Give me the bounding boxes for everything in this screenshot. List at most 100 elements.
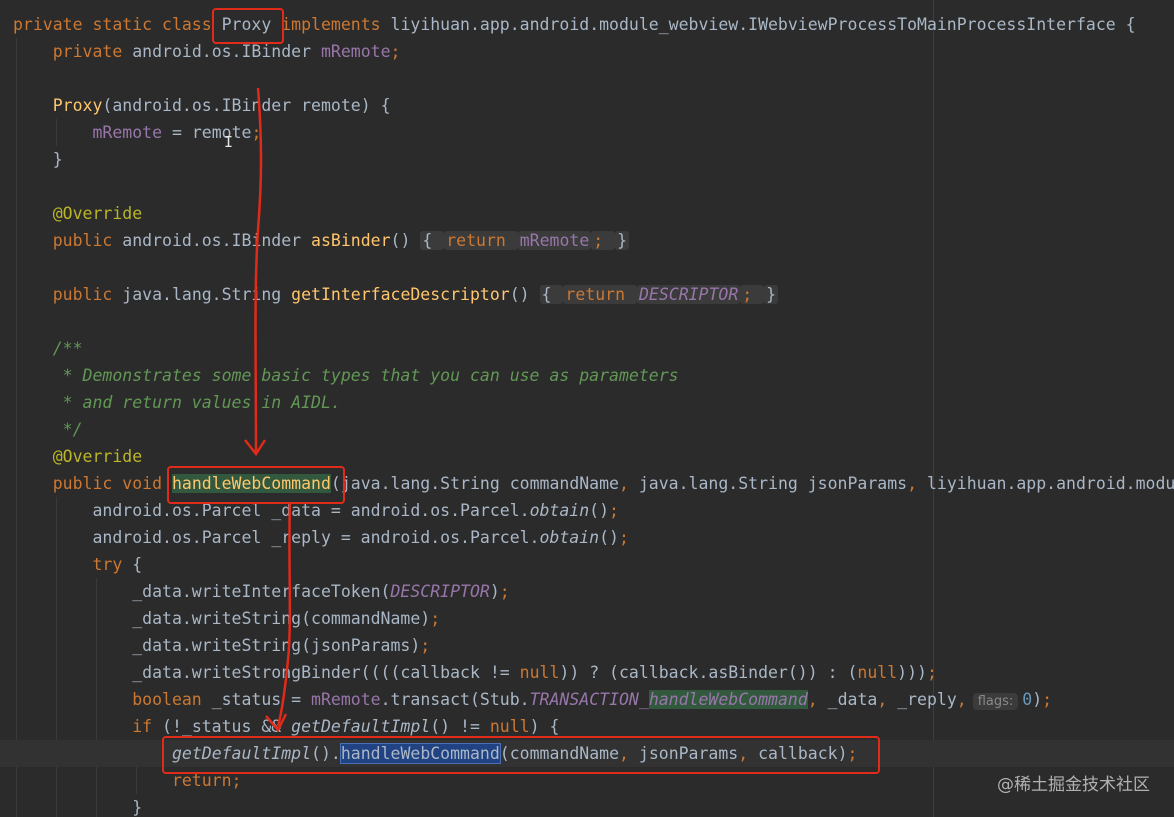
code-token: ; <box>231 771 242 790</box>
code-editor[interactable]: private static class Proxy implements li… <box>0 0 1174 817</box>
code-token: 0 <box>1022 690 1033 709</box>
code-token: obtain <box>529 501 590 520</box>
code-token: = remote <box>162 123 252 142</box>
code-token: () <box>509 285 540 304</box>
code-token: .transact(Stub. <box>380 690 530 709</box>
code-line[interactable]: public void handleWebCommand(java.lang.S… <box>0 470 1174 497</box>
code-token: (commandName <box>499 744 620 763</box>
code-token: , <box>877 690 898 709</box>
code-token: _data.writeString(jsonParams) <box>13 636 421 655</box>
code-token: null <box>857 663 898 682</box>
code-token: public <box>13 231 123 250</box>
code-token: @Override <box>13 447 143 466</box>
code-line[interactable]: } <box>0 794 1174 817</box>
code-line[interactable]: android.os.Parcel _reply = android.os.Pa… <box>0 524 1174 551</box>
code-line[interactable]: _data.writeString(commandName); <box>0 605 1174 632</box>
code-token: DESCRIPTOR <box>636 285 741 304</box>
code-token: handleWebCommand <box>339 743 501 764</box>
code-token: ; <box>847 744 858 763</box>
code-token: () != <box>430 717 490 736</box>
code-token: TRANSACTION_ <box>529 690 649 709</box>
code-token: (). <box>311 744 341 763</box>
code-token: java.lang.String <box>122 285 292 304</box>
code-line[interactable]: /** <box>0 335 1174 362</box>
code-token: ) <box>1032 690 1043 709</box>
code-line[interactable]: */ <box>0 416 1174 443</box>
code-token: public void <box>13 474 172 493</box>
code-token: } <box>13 150 63 169</box>
code-token: android.os.IBinder <box>132 42 321 61</box>
code-token: ; <box>390 42 401 61</box>
code-token: DESCRIPTOR <box>390 582 490 601</box>
code-token: android.os.Parcel _reply = android.os.Pa… <box>13 528 540 547</box>
code-token: ; <box>609 501 619 520</box>
parameter-hint: flags: <box>972 693 1019 710</box>
code-token: private <box>13 42 133 61</box>
code-token: ) { <box>529 717 560 736</box>
code-token: , <box>619 744 639 763</box>
code-token: */ <box>13 420 83 439</box>
code-line[interactable]: public java.lang.String getInterfaceDesc… <box>0 281 1174 308</box>
code-line[interactable]: android.os.Parcel _data = android.os.Par… <box>0 497 1174 524</box>
code-line[interactable]: _data.writeInterfaceToken(DESCRIPTOR); <box>0 578 1174 605</box>
code-token: ; <box>499 582 510 601</box>
code-line[interactable]: private android.os.IBinder mRemote; <box>0 38 1174 65</box>
code-token: { <box>132 555 143 574</box>
code-line[interactable]: @Override <box>0 443 1174 470</box>
code-token: { <box>420 231 445 250</box>
code-line[interactable]: private static class Proxy implements li… <box>0 11 1174 38</box>
code-token: } <box>615 231 630 250</box>
text-cursor-icon: I <box>224 133 234 151</box>
code-line[interactable]: * and return values in AIDL. <box>0 389 1174 416</box>
code-token: , <box>738 744 759 763</box>
code-token: handleWebCommand <box>171 474 331 493</box>
code-token: * Demonstrates some basic types that you… <box>13 366 679 385</box>
code-line[interactable]: Proxy(android.os.IBinder remote) { <box>0 92 1174 119</box>
code-line[interactable]: try { <box>0 551 1174 578</box>
code-line[interactable]: mRemote = remote; <box>0 119 1174 146</box>
code-token: , <box>619 474 639 493</box>
code-token: _data.writeInterfaceToken( <box>13 582 391 601</box>
code-line[interactable]: public android.os.IBinder asBinder() { r… <box>0 227 1174 254</box>
code-token: getInterfaceDescriptor <box>291 285 510 304</box>
code-token: return <box>444 231 518 250</box>
code-token: , <box>807 690 828 709</box>
code-token: mRemote <box>311 690 381 709</box>
code-token: _status = <box>211 690 312 709</box>
code-token: _reply <box>897 690 957 709</box>
code-token: () <box>390 231 421 250</box>
code-token: (android.os.IBinder remote) { <box>102 96 391 115</box>
code-line[interactable]: if (!_status && getDefaultImpl() != null… <box>0 713 1174 740</box>
code-line[interactable]: _data.writeString(jsonParams); <box>0 632 1174 659</box>
code-token: java.lang.String jsonParams <box>638 474 908 493</box>
code-token: } <box>764 285 779 304</box>
code-token: jsonParams <box>638 744 739 763</box>
code-token: try <box>13 555 133 574</box>
code-line[interactable]: getDefaultImpl().handleWebCommand(comman… <box>0 740 1174 767</box>
code-token: null <box>519 663 560 682</box>
code-line[interactable]: _data.writeStrongBinder((((callback != n… <box>0 659 1174 686</box>
code-token: public <box>13 285 123 304</box>
code-token: android.os.IBinder <box>122 231 312 250</box>
code-token: handleWebCommand <box>648 690 808 709</box>
code-token: /** <box>13 339 83 358</box>
code-line[interactable]: * Demonstrates some basic types that you… <box>0 362 1174 389</box>
code-line[interactable]: @Override <box>0 200 1174 227</box>
code-token: )) ? (callback.asBinder()) : ( <box>559 663 858 682</box>
code-token: mRemote <box>517 231 592 250</box>
code-line[interactable]: } <box>0 146 1174 173</box>
code-token: ))) <box>897 663 927 682</box>
code-line[interactable]: boolean _status = mRemote.transact(Stub.… <box>0 686 1174 713</box>
code-token: Proxy <box>52 96 103 115</box>
code-token: ) <box>489 582 500 601</box>
code-token: obtain <box>539 528 600 547</box>
code-token: implements <box>271 15 391 34</box>
code-token: Proxy <box>221 15 272 34</box>
code-token: ; <box>740 285 765 304</box>
code-token: ; <box>251 123 262 142</box>
code-token: asBinder <box>311 231 391 250</box>
code-token: _data <box>827 690 878 709</box>
